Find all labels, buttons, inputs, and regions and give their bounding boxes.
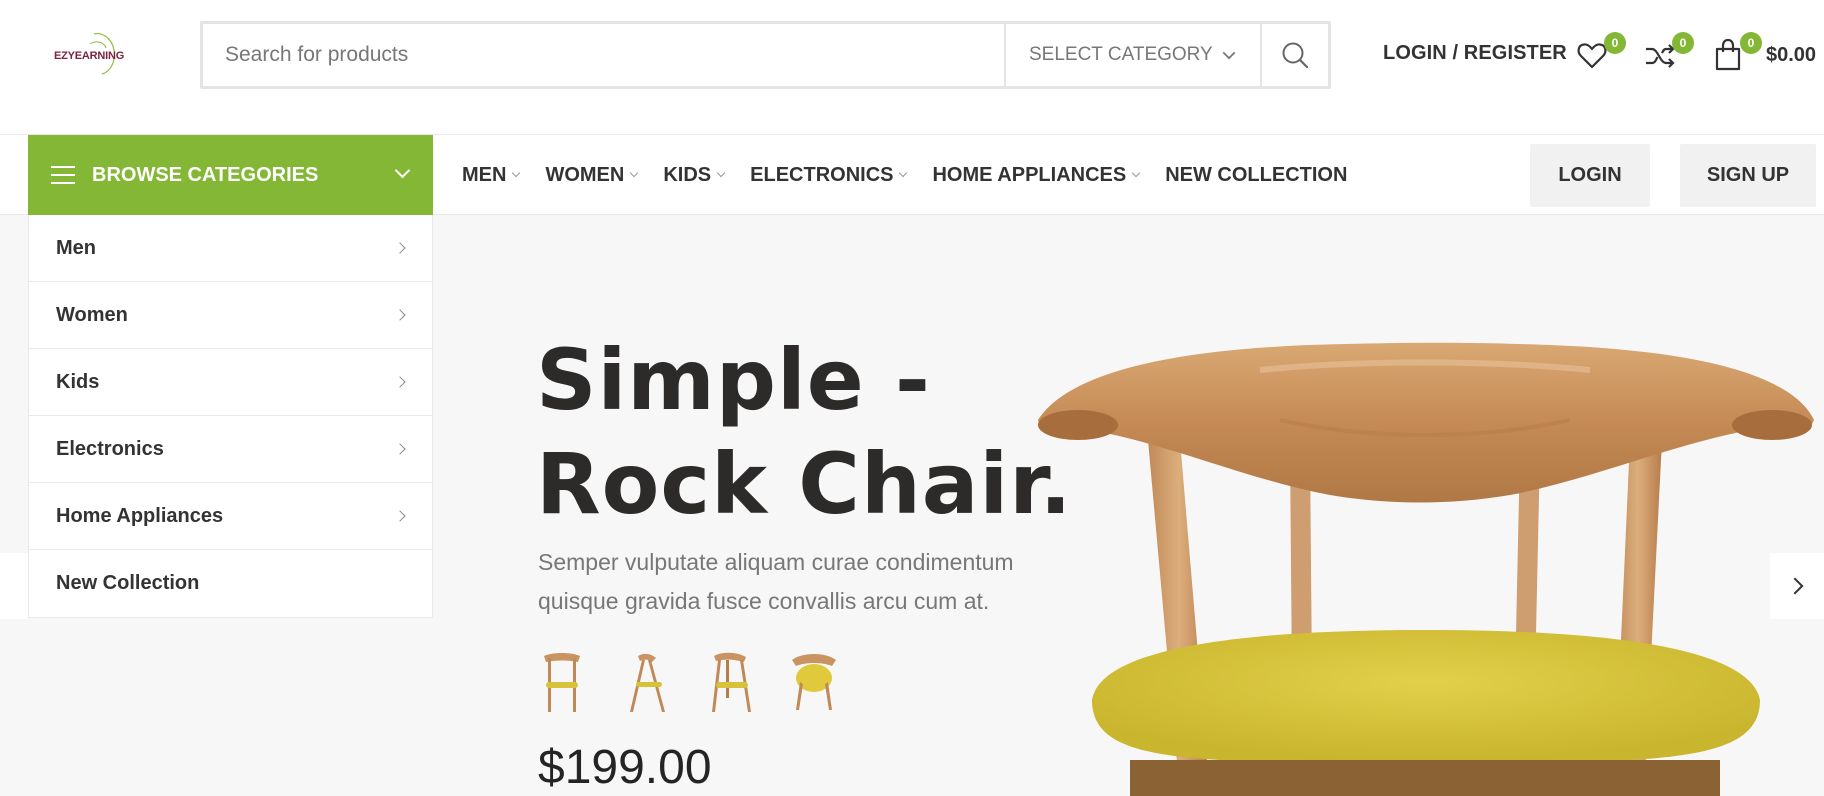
menu-item-home-appliances[interactable]: HOME APPLIANCES [932, 163, 1141, 187]
menu-item-label: MEN [462, 163, 507, 186]
signup-button[interactable]: SIGN UP [1680, 144, 1816, 207]
category-dropdown-panel: Men Women Kids Electronics Home Applianc… [28, 215, 433, 618]
hamburger-icon [51, 166, 75, 184]
category-item-home-appliances[interactable]: Home Appliances [29, 483, 432, 550]
search-button[interactable] [1260, 24, 1328, 86]
menu-item-label: NEW COLLECTION [1165, 163, 1348, 186]
chevron-down-icon [899, 168, 908, 178]
cart-count-badge: 0 [1740, 32, 1762, 54]
category-item-electronics[interactable]: Electronics [29, 416, 432, 483]
hero-title: Simple - Rock Chair. [536, 328, 1073, 536]
hero-title-line2: Rock Chair. [536, 435, 1073, 533]
hero-description: Semper vulputate aliquam curae condiment… [538, 549, 1014, 614]
search-icon [1282, 42, 1309, 69]
logo-text: EZYEARNING [54, 50, 125, 62]
login-register-link[interactable]: LOGIN / REGISTER [1383, 42, 1567, 65]
menu-item-women[interactable]: WOMEN [545, 163, 639, 187]
category-label: Home Appliances [56, 504, 224, 527]
cart-total[interactable]: $0.00 [1766, 44, 1816, 67]
cart-button[interactable]: 0 [1712, 32, 1762, 74]
category-label: Men [56, 236, 96, 259]
chair-thumbnail-side[interactable] [622, 648, 670, 714]
slider-next-arrow[interactable] [1770, 553, 1824, 619]
category-item-women[interactable]: Women [29, 282, 432, 349]
category-item-men[interactable]: Men [29, 215, 432, 282]
chevron-right-icon [1786, 577, 1804, 595]
chevron-down-icon [716, 168, 726, 178]
chair-thumbnail-front[interactable] [538, 648, 586, 714]
compare-count-badge: 0 [1672, 32, 1694, 54]
category-label: Kids [56, 370, 100, 393]
chevron-right-icon [394, 443, 406, 455]
menu-item-electronics[interactable]: ELECTRONICS [750, 163, 908, 187]
menu-item-label: WOMEN [545, 163, 625, 186]
product-thumbnails [538, 648, 838, 714]
main-menu: MEN WOMEN KIDS ELECTRONICS HOME APPLIANC… [462, 135, 1373, 215]
login-button[interactable]: LOGIN [1530, 144, 1650, 207]
compare-button[interactable]: 0 [1644, 32, 1694, 74]
hero-price: $199.00 [538, 741, 712, 794]
chevron-down-icon [512, 168, 521, 178]
chair-thumbnail-top[interactable] [790, 648, 838, 714]
search-bar: SELECT CATEGORY [200, 21, 1331, 89]
chevron-right-icon [394, 376, 406, 388]
chair-thumbnail-angle[interactable] [706, 648, 754, 714]
main-navbar: BROWSE CATEGORIES MEN WOMEN KIDS ELECTRO… [0, 134, 1824, 215]
select-category-label: SELECT CATEGORY [1029, 44, 1213, 65]
chevron-down-icon [1131, 168, 1141, 178]
category-item-new-collection[interactable]: New Collection [29, 550, 432, 617]
menu-item-men[interactable]: MEN [462, 163, 521, 187]
menu-item-new-collection[interactable]: NEW COLLECTION [1165, 164, 1347, 187]
menu-item-label: ELECTRONICS [750, 163, 894, 186]
category-label: New Collection [56, 572, 200, 594]
chevron-right-icon [394, 242, 406, 254]
site-logo[interactable]: EZYEARNING [50, 30, 130, 82]
select-category-dropdown[interactable]: SELECT CATEGORY [1004, 24, 1260, 86]
wishlist-button[interactable]: 0 [1576, 32, 1626, 74]
menu-item-label: KIDS [663, 163, 712, 186]
chevron-right-icon [394, 309, 406, 321]
chevron-down-icon [1222, 46, 1236, 60]
category-item-kids[interactable]: Kids [29, 349, 432, 416]
chair-image [1038, 342, 1814, 796]
hero-title-line1: Simple - [536, 331, 931, 429]
menu-item-kids[interactable]: KIDS [663, 163, 726, 187]
browse-categories-label: BROWSE CATEGORIES [92, 163, 319, 186]
category-label: Women [56, 303, 128, 326]
menu-item-label: HOME APPLIANCES [932, 163, 1127, 186]
site-header: EZYEARNING SELECT CATEGORY LOGIN / REGIS… [0, 0, 1824, 134]
browse-categories-button[interactable]: BROWSE CATEGORIES [28, 135, 433, 215]
slider-prev-arrow[interactable] [0, 553, 28, 619]
chevron-down-icon [630, 168, 639, 178]
chevron-down-icon [394, 162, 411, 179]
category-label: Electronics [56, 437, 164, 460]
chevron-right-icon [394, 510, 406, 522]
wishlist-count-badge: 0 [1604, 32, 1626, 54]
search-input[interactable] [203, 24, 1004, 86]
